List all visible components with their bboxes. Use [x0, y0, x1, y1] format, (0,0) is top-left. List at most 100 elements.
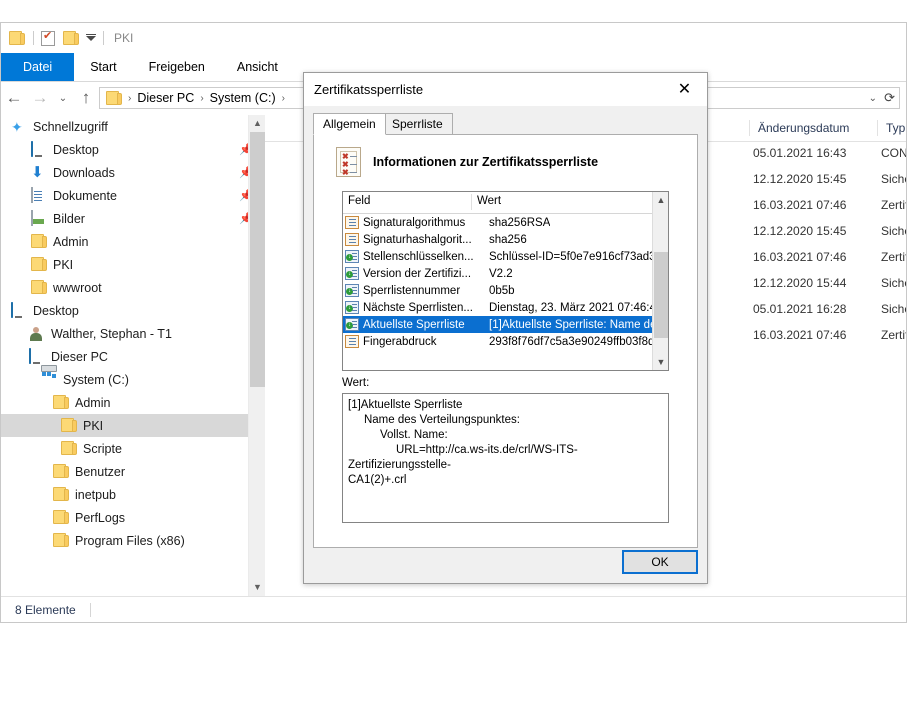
tree-item-benutzer[interactable]: Benutzer — [1, 460, 265, 483]
value-column-header[interactable]: Wert — [477, 195, 501, 207]
tree-item-program-files-x86[interactable]: Program Files (x86) — [1, 529, 265, 552]
breadcrumb-dropdown-icon[interactable]: ⌄ — [869, 93, 877, 104]
status-divider — [89, 602, 91, 617]
tree-item-inetpub[interactable]: inetpub — [1, 483, 265, 506]
column-header-date[interactable]: Änderungsdatum — [749, 120, 849, 136]
folder-icon — [53, 509, 71, 526]
crl-dialog: Zertifikatssperrliste ✕ Allgemein Sperrl… — [303, 72, 708, 584]
tree-item-pki[interactable]: PKI — [1, 253, 265, 276]
dialog-body: Allgemein Sperrliste ✖ ✖ ✖ Informationen… — [304, 106, 707, 583]
breadcrumb-item-system-c[interactable]: System (C:) — [207, 91, 279, 105]
tree-item-label: System (C:) — [63, 372, 129, 387]
folder-icon[interactable] — [9, 31, 26, 45]
monitor-icon — [31, 140, 49, 158]
tree-item-downloads[interactable]: ⬇ Downloads 📌 — [1, 161, 265, 184]
tree-item-label: PerfLogs — [75, 510, 126, 525]
tree-item-label: Desktop — [33, 303, 79, 318]
folder-icon — [53, 532, 71, 549]
tree-item-label: Admin — [75, 395, 111, 410]
field-list-header: Feld Wert — [343, 192, 668, 214]
field-row[interactable]: Fingerabdruck 293f8f76df7c5a3e90249ffb03f… — [343, 333, 668, 350]
field-value: 293f8f76df7c5a3e90249ffb03f8d... — [489, 335, 665, 348]
field-row[interactable]: ↓ Version der Zertifizi... V2.2 — [343, 265, 668, 282]
forward-button[interactable]: → — [27, 88, 53, 108]
tree-item-system-c[interactable]: System (C:) — [1, 368, 265, 391]
quick-access-toolbar: PKI — [1, 23, 906, 53]
properties-checkbox-icon[interactable] — [41, 29, 55, 46]
ribbon-tab-freigeben[interactable]: Freigeben — [133, 53, 221, 81]
breadcrumb-item-dieser-pc[interactable]: Dieser PC — [134, 91, 197, 105]
field-scroll-down-icon[interactable]: ▼ — [653, 354, 668, 370]
tab-sperrliste[interactable]: Sperrliste — [382, 113, 453, 135]
tree-item-scripte[interactable]: Scripte — [1, 437, 265, 460]
tree-item-label: Desktop — [53, 142, 99, 157]
field-name: Sperrlistennummer — [363, 284, 461, 297]
field-row[interactable]: ↓ Sperrlistennummer 0b5b — [343, 282, 668, 299]
crl-heading: Informationen zur Zertifikatssperrliste — [373, 155, 599, 169]
tree-item-dokumente[interactable]: Dokumente 📌 — [1, 184, 265, 207]
tree-item-desktop[interactable]: Desktop — [1, 299, 265, 322]
tree-item-label: Program Files (x86) — [75, 533, 185, 548]
file-date: 16.03.2021 07:46 — [753, 328, 847, 342]
tree-item-perflogs[interactable]: PerfLogs — [1, 506, 265, 529]
field-value: Dienstag, 23. März 2021 07:46:45 — [489, 301, 663, 314]
ribbon-tab-start[interactable]: Start — [74, 53, 132, 81]
ribbon-tab-datei[interactable]: Datei — [1, 53, 75, 81]
ok-button[interactable]: OK — [622, 550, 698, 574]
close-icon[interactable]: ✕ — [662, 73, 707, 106]
dialog-title-bar[interactable]: Zertifikatssperrliste ✕ — [304, 73, 707, 106]
tab-allgemein[interactable]: Allgemein — [313, 113, 386, 135]
breadcrumb-separator-2: › — [281, 92, 285, 104]
refresh-icon[interactable]: ⟳ — [884, 90, 895, 106]
new-folder-icon[interactable] — [63, 31, 80, 45]
tree-item-schnellzugriff[interactable]: ✦ Schnellzugriff — [1, 115, 265, 138]
field-row[interactable]: ↓ Nächste Sperrlisten... Dienstag, 23. Mär… — [343, 299, 668, 316]
window-title: PKI — [114, 31, 134, 45]
navigation-tree-pane: ✦ Schnellzugriff Desktop 📌 ⬇ Downloads 📌 Dokume… — [1, 115, 265, 596]
extension-icon: ↓ — [345, 284, 359, 297]
tree-item-wwwroot[interactable]: wwwroot — [1, 276, 265, 299]
tree-item-admin[interactable]: Admin — [1, 391, 265, 414]
tree-item-label: wwwroot — [53, 280, 102, 295]
field-value-list[interactable]: Feld Wert Signaturalgorithmus sha256RSA Si… — [342, 191, 669, 371]
tree-item-admin[interactable]: Admin — [1, 230, 265, 253]
dialog-tab-bar: Allgemein Sperrliste — [313, 113, 698, 136]
file-date: 12.12.2020 15:44 — [753, 276, 847, 290]
chevron-down-icon[interactable] — [86, 33, 96, 41]
tab-panel-allgemein: ✖ ✖ ✖ Informationen zur Zertifikatssperr… — [313, 134, 698, 548]
field-row[interactable]: Signaturhashalgorit... sha256 — [343, 231, 668, 248]
folder-icon — [53, 394, 71, 411]
file-type: Sicherl... — [881, 172, 906, 186]
up-button[interactable]: ↑ — [73, 88, 99, 108]
folder-icon — [61, 440, 79, 457]
field-name: Fingerabdruck — [363, 335, 437, 348]
field-row[interactable]: Signaturalgorithmus sha256RSA — [343, 214, 668, 231]
status-bar: 8 Elemente — [1, 596, 906, 622]
field-column-header[interactable]: Feld — [348, 195, 370, 207]
field-name: Signaturalgorithmus — [363, 216, 466, 229]
recent-locations-button[interactable]: ⌄ — [53, 93, 73, 104]
tree-item-desktop[interactable]: Desktop 📌 — [1, 138, 265, 161]
back-button[interactable]: ← — [1, 88, 27, 108]
tree-scrollbar[interactable]: ▲ ▼ — [248, 115, 265, 596]
tree-item-label: Dieser PC — [51, 349, 108, 364]
tree-item-label: Schnellzugriff — [33, 119, 108, 134]
field-scroll-up-icon[interactable]: ▲ — [653, 192, 668, 208]
scroll-up-icon[interactable]: ▲ — [249, 115, 265, 132]
field-row[interactable]: ↓ Aktuellste Sperrliste [1]Aktuellste Sper… — [343, 316, 668, 333]
extension-icon: ↓ — [345, 318, 359, 331]
field-row[interactable]: ↓ Stellenschlüsselken... Schlüssel-ID=5f0e… — [343, 248, 668, 265]
column-header-type[interactable]: Typ — [877, 120, 905, 136]
value-label: Wert: — [342, 377, 370, 389]
crl-header: ✖ ✖ ✖ Informationen zur Zertifikatssperr… — [336, 147, 598, 177]
tree-item-walther-stephan-t1[interactable]: Walther, Stephan - T1 — [1, 322, 265, 345]
field-list-scrollbar[interactable]: ▲ ▼ — [652, 192, 668, 370]
ribbon-tab-ansicht[interactable]: Ansicht — [221, 53, 294, 81]
scroll-thumb[interactable] — [250, 132, 265, 387]
scroll-down-icon[interactable]: ▼ — [249, 579, 265, 596]
value-textarea[interactable]: [1]Aktuellste Sperrliste Name des Vertei… — [342, 393, 669, 523]
tree-item-label: Dokumente — [53, 188, 117, 203]
field-scroll-thumb[interactable] — [654, 252, 668, 338]
tree-item-bilder[interactable]: Bilder 📌 — [1, 207, 265, 230]
tree-item-pki[interactable]: PKI — [1, 414, 265, 437]
